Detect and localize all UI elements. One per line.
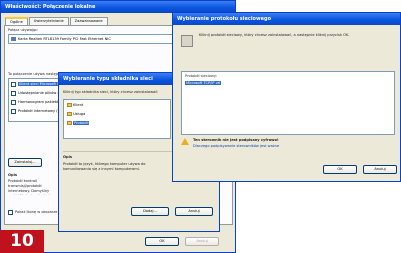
network-protocol-icon xyxy=(181,35,193,47)
warning-icon xyxy=(181,138,189,145)
protocol-intro: Kliknij protokół sieciowy, który chcesz … xyxy=(199,33,350,37)
tab-advanced[interactable]: Zaawansowane xyxy=(69,17,108,25)
component-checkbox[interactable] xyxy=(11,82,16,87)
warning-link[interactable]: Dlaczego podpisywanie sterowników jest w… xyxy=(193,144,279,148)
list-item[interactable]: Usługa xyxy=(67,112,85,116)
ok-button[interactable]: OK xyxy=(145,237,179,246)
network-protocol-titlebar: Wybieranie protokołu sieciowego xyxy=(173,13,400,25)
description-label: Opis xyxy=(63,155,72,159)
step-number-badge: 10 xyxy=(0,230,44,253)
connection-tabs: Ogólne Uwierzytelnianie Zaawansowane xyxy=(5,17,109,25)
description-text: Protokół kontroli transmisji/protokół in… xyxy=(8,179,53,195)
network-card-icon xyxy=(11,37,16,41)
network-protocol-window: Wybieranie protokołu sieciowego Kliknij … xyxy=(172,12,401,182)
component-checkbox[interactable] xyxy=(11,100,16,105)
show-icon-checkbox[interactable] xyxy=(8,210,13,215)
list-item[interactable]: Klient xyxy=(67,103,83,107)
install-button[interactable]: Zainstaluj... xyxy=(8,158,42,167)
component-checkbox[interactable] xyxy=(11,91,16,96)
cancel-button[interactable]: Anuluj xyxy=(363,165,397,174)
component-type-prompt: Kliknij typ składnika sieci, który chces… xyxy=(63,90,159,94)
component-type-list: Klient Usługa Protokół xyxy=(63,99,171,139)
list-item[interactable]: Microsoft TCP/IP v6 xyxy=(185,81,222,85)
warning-title: Ten sterownik nie jest podpisany cyfrowo… xyxy=(193,138,279,142)
tab-authentication[interactable]: Uwierzytelnianie xyxy=(28,17,69,25)
ok-button[interactable]: OK xyxy=(323,165,357,174)
list-item[interactable]: Protokół xyxy=(67,121,90,125)
client-icon xyxy=(67,103,72,107)
tab-general[interactable]: Ogólne xyxy=(5,17,28,25)
service-icon xyxy=(67,112,72,116)
protocol-list: Protokół sieciowy: Microsoft TCP/IP v6 xyxy=(181,71,395,135)
cancel-button[interactable]: Anuluj xyxy=(175,207,213,216)
add-button[interactable]: Dodaj... xyxy=(131,207,169,216)
connect-using-label: Połącz używając: xyxy=(8,28,39,32)
adapter-name: Karta Realtek RTL8139 Family PCI Fast Et… xyxy=(18,37,111,41)
component-checkbox[interactable] xyxy=(11,109,16,114)
description-text: Protokół to język, którego komputer używ… xyxy=(63,162,146,171)
description-label: Opis xyxy=(8,173,17,177)
protocols-label: Protokół sieciowy: xyxy=(185,74,217,78)
protocol-icon xyxy=(67,121,72,125)
cancel-button[interactable]: Anuluj xyxy=(185,237,219,246)
